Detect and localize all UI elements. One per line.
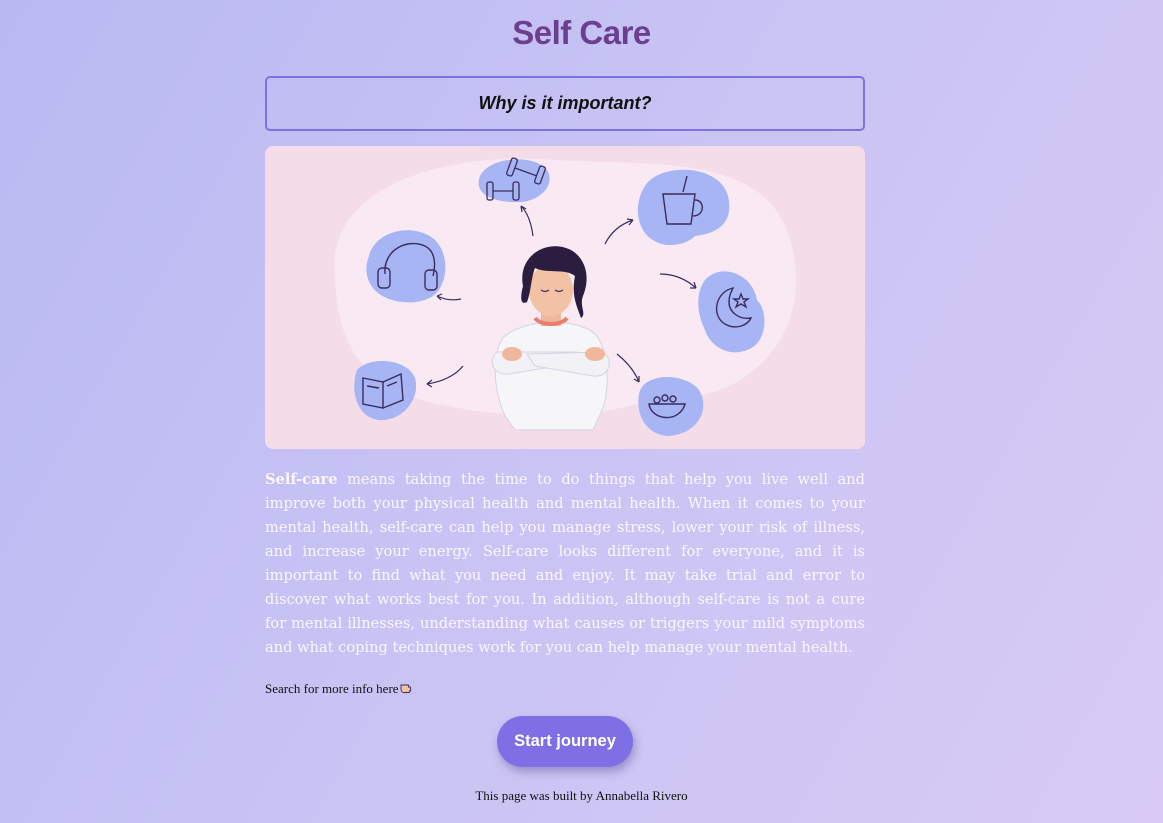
start-journey-button[interactable]: Start journey: [497, 716, 633, 767]
footer-credit: This page was built by Annabella Rivero: [475, 788, 688, 803]
search-more-info-link[interactable]: Search for more info here: [265, 681, 414, 697]
page-title: Self Care: [512, 14, 651, 51]
page: Self Care Why is it important? Self-care…: [0, 0, 1163, 823]
salad-bowl-icon: [638, 376, 704, 436]
why-important-box: Why is it important?: [265, 76, 865, 131]
why-important-heading: Why is it important?: [478, 93, 652, 113]
self-care-description: Self-care means taking the time to do th…: [265, 468, 865, 660]
headphones-icon: [366, 230, 446, 303]
pointing-hand-icon: [400, 681, 414, 697]
description-lead: Self-care: [265, 471, 338, 488]
description-body: means taking the time to do things that …: [265, 471, 865, 656]
book-icon: [354, 360, 417, 421]
search-link-label: Search for more info here: [265, 681, 399, 696]
self-care-illustration: [265, 146, 865, 449]
